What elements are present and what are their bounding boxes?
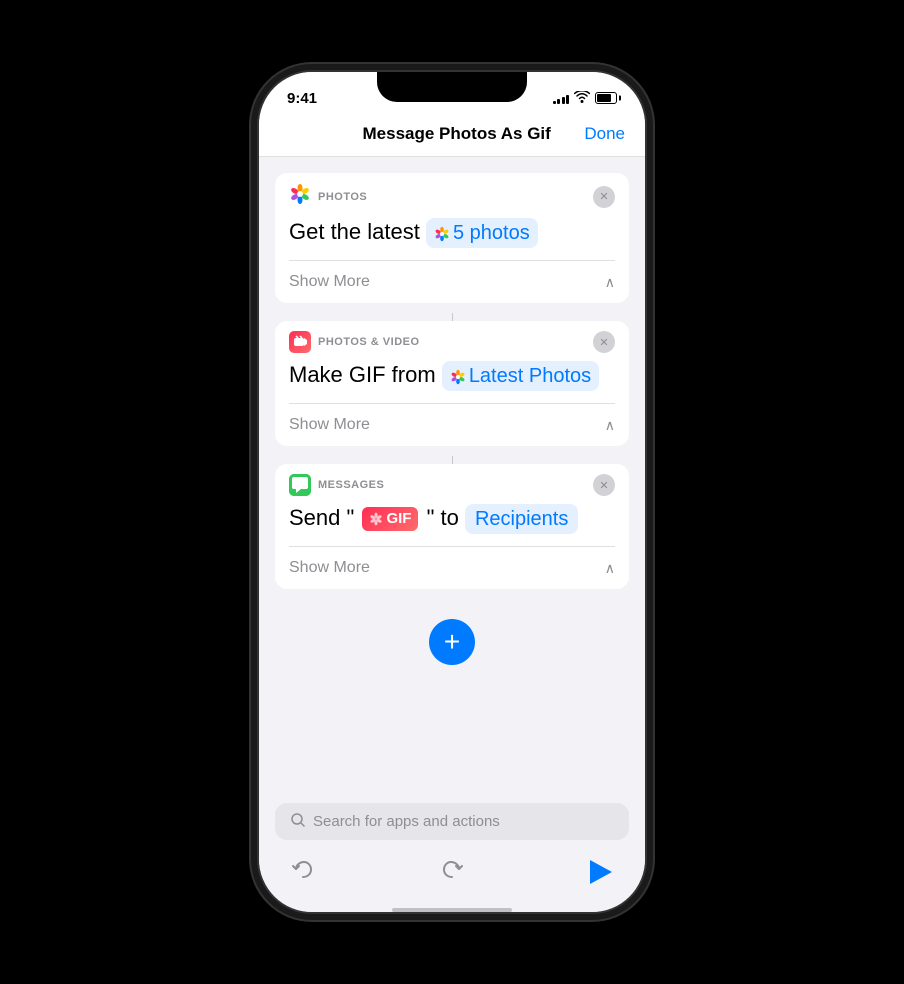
messages-body-middle: " to [427, 505, 459, 530]
toolbar [259, 848, 645, 904]
search-input: Search for apps and actions [313, 813, 500, 830]
home-indicator [392, 908, 512, 912]
photos-category-label: PHOTOS [318, 191, 367, 203]
messages-close-button[interactable]: ✕ [593, 474, 615, 496]
phone-frame: 9:41 Messag [257, 70, 647, 914]
bar4 [566, 95, 569, 104]
photos-video-category-label: PHOTOS & VIDEO [318, 336, 420, 348]
search-icon [291, 813, 305, 830]
messages-category-label: MESSAGES [318, 479, 384, 491]
plus-icon: + [444, 626, 460, 658]
photos-video-action-card: PHOTOS & VIDEO ✕ Make GIF from [275, 321, 629, 446]
status-icons [553, 91, 618, 106]
photos-chevron-icon: ∧ [605, 274, 615, 291]
bar3 [562, 97, 565, 104]
photos-video-show-more[interactable]: Show More ∧ [275, 404, 629, 446]
photos-video-body-text: Make GIF from [289, 362, 436, 387]
photos-video-show-more-label: Show More [289, 416, 370, 434]
recipients-label: Recipients [475, 506, 568, 532]
messages-header-left: MESSAGES [289, 474, 384, 496]
messages-show-more[interactable]: Show More ∧ [275, 547, 629, 589]
add-action-button[interactable]: + [429, 619, 475, 665]
photos-header-left: PHOTOS [289, 183, 367, 210]
photos-video-card-body: Make GIF from Late [275, 359, 629, 403]
messages-gif-icon [369, 512, 383, 526]
photos-pill-icon [434, 220, 450, 246]
notch [377, 72, 527, 102]
photos-body-text: Get the latest [289, 219, 420, 244]
main-content: PHOTOS ✕ Get the latest [259, 157, 645, 801]
bottom-area: Search for apps and actions [259, 803, 645, 912]
messages-action-card: MESSAGES ✕ Send " [275, 464, 629, 589]
battery-fill [597, 94, 611, 102]
photos-video-chevron-icon: ∧ [605, 417, 615, 434]
photos-video-pill[interactable]: Latest Photos [442, 361, 599, 391]
photos-video-close-button[interactable]: ✕ [593, 331, 615, 353]
photos-pill-text: 5 photos [453, 220, 530, 246]
connector-1 [452, 313, 453, 321]
photos-app-icon [289, 183, 311, 210]
recipients-pill[interactable]: Recipients [465, 504, 578, 534]
search-bar[interactable]: Search for apps and actions [275, 803, 629, 840]
bar1 [553, 101, 556, 104]
messages-gif-label: GIF [386, 509, 411, 529]
add-action-container: + [275, 599, 629, 685]
photos-card-header: PHOTOS ✕ [275, 173, 629, 216]
messages-chevron-icon: ∧ [605, 560, 615, 577]
nav-bar: Message Photos As Gif Done [259, 116, 645, 157]
photos-video-pill-text: Latest Photos [469, 363, 591, 389]
messages-show-more-label: Show More [289, 559, 370, 577]
photos-close-button[interactable]: ✕ [593, 186, 615, 208]
messages-app-icon [289, 474, 311, 496]
photos-pill[interactable]: 5 photos [426, 218, 538, 248]
bar2 [557, 99, 560, 104]
battery-icon [595, 92, 617, 104]
photos-action-card: PHOTOS ✕ Get the latest [275, 173, 629, 303]
photos-show-more[interactable]: Show More ∧ [275, 261, 629, 303]
status-time: 9:41 [287, 90, 317, 107]
messages-body-prefix: Send " [289, 505, 354, 530]
photos-video-app-icon [289, 331, 311, 353]
signal-bars-icon [553, 92, 570, 104]
photos-video-header-left: PHOTOS & VIDEO [289, 331, 420, 353]
redo-button[interactable] [436, 856, 468, 888]
done-button[interactable]: Done [584, 124, 625, 144]
play-triangle-icon [590, 860, 612, 884]
connector-2 [452, 456, 453, 464]
wifi-icon [574, 91, 590, 106]
photos-show-more-label: Show More [289, 273, 370, 291]
undo-button[interactable] [287, 856, 319, 888]
nav-title: Message Photos As Gif [363, 124, 551, 144]
messages-card-header: MESSAGES ✕ [275, 464, 629, 502]
messages-gif-pill[interactable]: GIF [362, 507, 418, 531]
photos-video-pill-icon [450, 363, 466, 389]
messages-card-body: Send " GIF [275, 502, 629, 546]
photos-card-body: Get the latest 5 p [275, 216, 629, 260]
play-button[interactable] [585, 856, 617, 888]
photos-video-card-header: PHOTOS & VIDEO ✕ [275, 321, 629, 359]
